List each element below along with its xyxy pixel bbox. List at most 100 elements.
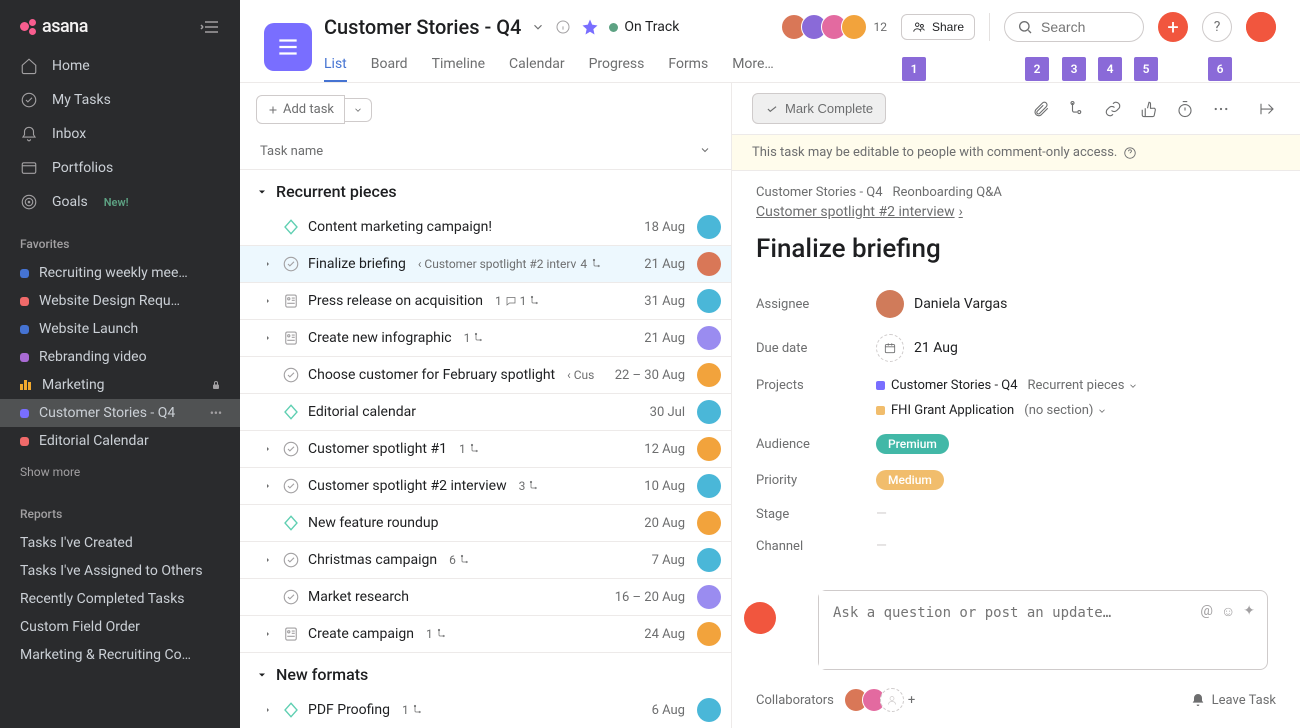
star-icon[interactable] [581,18,599,36]
warning-help-icon[interactable] [1123,146,1137,160]
task-status-icon[interactable] [282,329,300,347]
assignee-avatar[interactable] [697,698,721,722]
info-icon[interactable] [555,19,571,35]
current-user-avatar[interactable] [1246,12,1276,42]
task-status-icon[interactable] [282,255,300,273]
tab-board[interactable]: Board [371,48,408,82]
column-task-name[interactable]: Task name [260,144,323,159]
task-status-icon[interactable] [282,477,300,495]
logo[interactable]: asana [20,16,88,37]
nav-item-goals[interactable]: GoalsNew! [0,185,240,219]
help-button[interactable]: ? [1202,12,1232,42]
expand-caret-icon[interactable] [264,445,274,453]
task-row[interactable]: Create new infographic 1 21 Aug [240,320,731,357]
task-title[interactable]: Finalize briefing [756,234,1276,264]
attachment-icon[interactable] [1028,96,1054,122]
like-icon[interactable] [1136,96,1162,122]
task-row[interactable]: Press release on acquisition 1 1 31 Aug [240,283,731,320]
assignee-value[interactable]: Daniela Vargas [876,290,1007,318]
assignee-avatar[interactable] [697,548,721,572]
report-item[interactable]: Tasks I've Assigned to Others [0,557,240,585]
nav-item-home[interactable]: Home [0,49,240,83]
report-item[interactable]: Tasks I've Created [0,529,240,557]
expand-caret-icon[interactable] [264,260,274,268]
add-collaborator-button[interactable]: + [908,693,915,708]
at-mention-icon[interactable]: @ [1200,603,1213,619]
favorite-item[interactable]: Editorial Calendar [0,427,240,455]
task-row[interactable]: PDF Proofing 1 6 Aug [240,692,731,728]
show-more[interactable]: Show more [0,455,240,489]
add-task-button[interactable]: Add task [256,95,345,124]
favorite-item[interactable]: Customer Stories - Q4••• [0,399,240,427]
subtask-icon[interactable] [1064,96,1090,122]
comment-input[interactable] [819,591,1188,669]
nav-item-portfolios[interactable]: Portfolios [0,151,240,185]
add-task-dropdown[interactable] [345,98,372,122]
task-status-icon[interactable] [282,701,300,719]
mark-complete-button[interactable]: Mark Complete [752,93,886,124]
assignee-avatar[interactable] [697,215,721,239]
expand-caret-icon[interactable] [264,706,274,714]
search-box[interactable] [1004,12,1144,42]
task-row[interactable]: Content marketing campaign! 18 Aug [240,209,731,246]
tab-forms[interactable]: Forms [668,48,708,82]
timer-icon[interactable] [1172,96,1198,122]
assignee-avatar[interactable] [697,400,721,424]
task-row[interactable]: Market research 16 – 20 Aug [240,579,731,616]
task-status-icon[interactable] [282,440,300,458]
report-item[interactable]: Marketing & Recruiting Co… [0,641,240,669]
tab-more[interactable]: More… [732,48,774,82]
assignee-avatar[interactable] [697,474,721,498]
tab-list[interactable]: List [324,48,347,82]
section-header[interactable]: Recurrent pieces [240,170,731,209]
assignee-avatar[interactable] [697,363,721,387]
report-item[interactable]: Recently Completed Tasks [0,585,240,613]
task-row[interactable]: Editorial calendar 30 Jul [240,394,731,431]
project-menu-chevron-icon[interactable] [531,20,545,34]
channel-value[interactable]: — [876,538,887,554]
assignee-avatar[interactable] [697,437,721,461]
project-tile-icon[interactable] [264,23,312,71]
crumb-1[interactable]: Customer Stories - Q4 [756,185,883,200]
expand-caret-icon[interactable] [264,556,274,564]
favorite-item[interactable]: Website Design Requ… [0,287,240,315]
more-icon[interactable]: ••• [210,406,222,420]
emoji-icon[interactable]: ☺ [1221,603,1235,620]
task-row[interactable]: Christmas campaign 6 7 Aug [240,542,731,579]
favorite-item[interactable]: Website Launch [0,315,240,343]
collapse-sidebar-icon[interactable] [200,20,220,34]
favorite-item[interactable]: Recruiting weekly mee… [0,259,240,287]
stage-value[interactable]: — [876,506,887,522]
star-input-icon[interactable]: ✦ [1243,603,1255,619]
close-detail-icon[interactable] [1254,96,1280,122]
expand-caret-icon[interactable] [264,334,274,342]
column-menu-icon[interactable] [699,144,711,159]
status-pill[interactable]: On Track [609,19,679,35]
favorite-item[interactable]: Marketing [0,371,240,399]
tab-timeline[interactable]: Timeline [432,48,485,82]
crumb-2[interactable]: Reonboarding Q&A [893,185,1002,200]
task-row[interactable]: Choose customer for February spotlight ‹… [240,357,731,394]
report-item[interactable]: Custom Field Order [0,613,240,641]
priority-pill[interactable]: Medium [876,470,944,490]
expand-caret-icon[interactable] [264,297,274,305]
assignee-avatar[interactable] [697,252,721,276]
assignee-avatar[interactable] [697,511,721,535]
assignee-avatar[interactable] [697,585,721,609]
member-avatars[interactable]: 12 [781,14,887,40]
global-add-button[interactable]: + [1158,12,1188,42]
task-status-icon[interactable] [282,366,300,384]
expand-caret-icon[interactable] [264,482,274,490]
link-icon[interactable] [1100,96,1126,122]
nav-item-inbox[interactable]: Inbox [0,117,240,151]
more-icon[interactable] [1208,96,1234,122]
task-row[interactable]: Customer spotlight #1 1 12 Aug [240,431,731,468]
parent-task-link[interactable]: Customer spotlight #2 interview › [756,204,963,220]
task-row[interactable]: New feature roundup 20 Aug [240,505,731,542]
project-chip-1[interactable]: Customer Stories - Q4 Recurrent pieces [876,378,1138,393]
assignee-avatar[interactable] [697,326,721,350]
leave-task-button[interactable]: Leave Task [1190,692,1276,708]
search-input[interactable] [1041,19,1131,35]
audience-pill[interactable]: Premium [876,434,949,454]
collaborator-avatars[interactable]: + [844,688,915,712]
